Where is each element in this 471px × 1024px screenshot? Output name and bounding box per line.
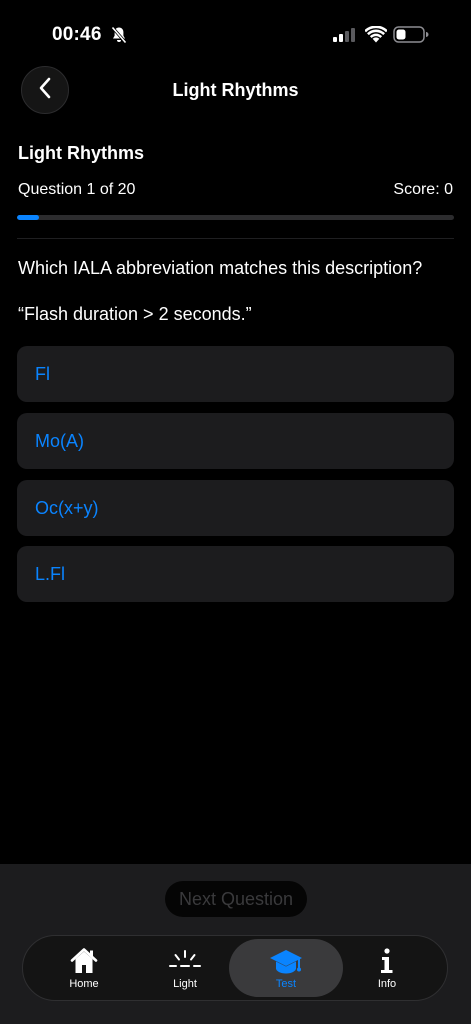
quiz-title: Light Rhythms bbox=[18, 143, 144, 163]
navigation-bar: Light Rhythms bbox=[0, 66, 471, 116]
progress-fill bbox=[17, 215, 39, 220]
tab-light-label: Light bbox=[173, 978, 197, 990]
tab-light[interactable]: Light bbox=[130, 936, 240, 1000]
wifi-icon bbox=[364, 25, 388, 48]
bell-muted-icon bbox=[111, 26, 127, 49]
tab-bar: Home Light Test Info bbox=[22, 935, 448, 1001]
cellular-signal-icon bbox=[333, 28, 357, 47]
answer-option-label: Oc(x+y) bbox=[35, 497, 99, 518]
light-rays-icon bbox=[130, 947, 240, 977]
tab-info[interactable]: Info bbox=[332, 936, 442, 1000]
status-time: 00:46 bbox=[52, 24, 102, 45]
tab-test[interactable]: Test bbox=[229, 939, 343, 997]
progress-row: Question 1 of 20 Score: 0 bbox=[18, 181, 453, 199]
graduation-cap-icon bbox=[229, 948, 343, 978]
info-icon bbox=[332, 947, 442, 977]
answer-option-label: Mo(A) bbox=[35, 430, 84, 451]
tab-info-label: Info bbox=[377, 978, 397, 990]
tab-home[interactable]: Home bbox=[29, 936, 139, 1000]
bottom-panel: Next Question Home Light Test Info bbox=[0, 864, 471, 1024]
divider bbox=[17, 238, 454, 239]
house-icon bbox=[29, 947, 139, 977]
question-description: “Flash duration > 2 seconds.” bbox=[18, 304, 252, 324]
score-label: Score: 0 bbox=[393, 181, 453, 198]
tab-test-label: Test bbox=[275, 978, 297, 990]
answer-option[interactable]: L.Fl bbox=[17, 546, 454, 602]
question-text: Which IALA abbreviation matches this des… bbox=[18, 258, 423, 278]
progress-bar bbox=[17, 215, 454, 220]
answer-option-label: Fl bbox=[35, 363, 50, 384]
battery-icon bbox=[393, 26, 429, 48]
status-bar: 00:46 bbox=[0, 0, 471, 70]
question-counter: Question 1 of 20 bbox=[18, 181, 136, 198]
answer-option[interactable]: Fl bbox=[17, 346, 454, 402]
answer-option[interactable]: Mo(A) bbox=[17, 413, 454, 469]
tab-home-label: Home bbox=[69, 978, 99, 990]
answer-option[interactable]: Oc(x+y) bbox=[17, 480, 454, 536]
next-question-button[interactable]: Next Question bbox=[165, 881, 307, 917]
answer-option-label: L.Fl bbox=[35, 563, 66, 584]
nav-title: Light Rhythms bbox=[172, 80, 299, 100]
